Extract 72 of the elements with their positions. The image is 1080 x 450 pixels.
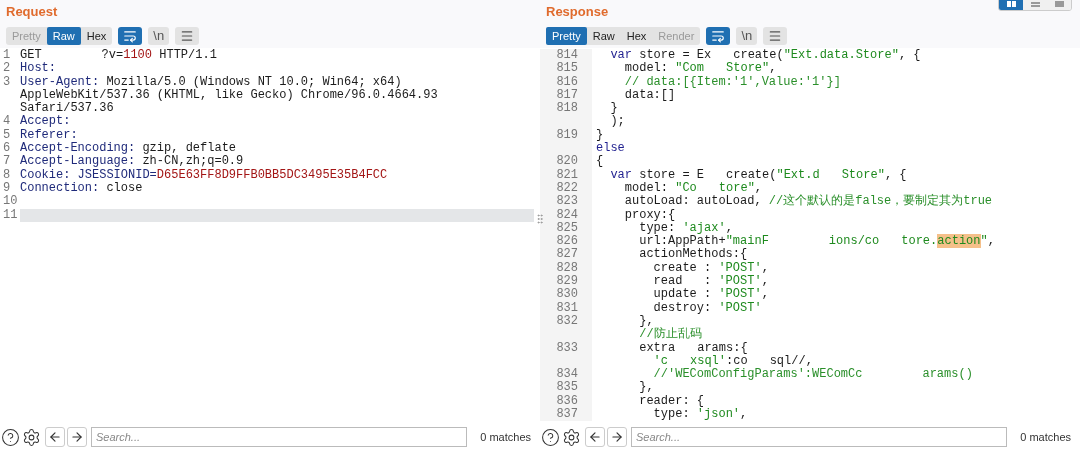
help-icon[interactable] bbox=[541, 427, 560, 447]
newline-toggle[interactable]: \n bbox=[736, 27, 758, 45]
line-number: 6 bbox=[3, 141, 11, 156]
line-number: 5 bbox=[3, 127, 11, 142]
menu-button[interactable] bbox=[763, 27, 788, 45]
menu-button[interactable] bbox=[175, 27, 200, 45]
previous-button[interactable] bbox=[45, 427, 65, 447]
previous-button[interactable] bbox=[585, 427, 605, 447]
line-number: 827 bbox=[556, 247, 578, 262]
view-tab[interactable]: Raw bbox=[586, 27, 621, 45]
settings-icon[interactable] bbox=[562, 427, 581, 447]
search-field[interactable]: Search... bbox=[91, 427, 467, 447]
next-button[interactable] bbox=[67, 427, 87, 447]
line-number: 3 bbox=[3, 74, 11, 89]
line-number: 11 bbox=[3, 207, 18, 222]
line-number: 820 bbox=[556, 154, 578, 169]
line-number: 830 bbox=[556, 287, 578, 302]
view-tab[interactable]: Hex bbox=[620, 27, 653, 45]
menu-icon bbox=[180, 29, 195, 43]
line-number: 819 bbox=[556, 127, 578, 142]
line-number: 1 bbox=[3, 48, 11, 62]
line-number: 7 bbox=[3, 154, 11, 169]
line-number: 2 bbox=[3, 61, 11, 76]
tabs-layout-icon bbox=[1054, 1, 1064, 7]
match-count: 0 matches bbox=[480, 429, 532, 445]
panel-title: Request bbox=[6, 3, 58, 21]
wrap-icon bbox=[711, 29, 726, 43]
rows-layout-icon bbox=[1030, 2, 1040, 7]
newline-toggle[interactable]: \n bbox=[148, 27, 170, 45]
view-tab[interactable]: Hex bbox=[80, 27, 113, 45]
view-tab[interactable]: Pretty bbox=[546, 27, 587, 45]
wrap-icon bbox=[123, 29, 138, 43]
panel-title: Response bbox=[546, 3, 609, 21]
line-number: 834 bbox=[556, 367, 578, 382]
next-button[interactable] bbox=[607, 427, 627, 447]
line-number: 814 bbox=[556, 48, 578, 62]
line-number: 823 bbox=[556, 194, 578, 209]
line-number: 822 bbox=[556, 180, 578, 195]
line-number: 826 bbox=[556, 234, 578, 249]
help-icon[interactable] bbox=[1, 427, 20, 447]
drag-handle-icon[interactable] bbox=[534, 213, 546, 225]
arrow-right-icon bbox=[610, 430, 624, 444]
arrow-left-icon bbox=[588, 430, 602, 444]
line-number: 4 bbox=[3, 114, 11, 129]
menu-icon bbox=[768, 29, 783, 43]
search-field[interactable]: Search... bbox=[631, 427, 1007, 447]
line-number: 828 bbox=[556, 260, 578, 275]
line-number: 818 bbox=[556, 101, 578, 116]
line-number: 9 bbox=[3, 180, 11, 195]
line-number: 825 bbox=[556, 220, 578, 235]
line-number: 837 bbox=[556, 407, 578, 421]
line-number: 815 bbox=[556, 61, 578, 76]
line-number: 831 bbox=[556, 300, 578, 315]
line-number: 832 bbox=[556, 313, 578, 328]
wrap-toggle[interactable] bbox=[706, 27, 731, 45]
line-number: 836 bbox=[556, 393, 578, 408]
line-number: 824 bbox=[556, 207, 578, 222]
line-number: 10 bbox=[3, 194, 18, 209]
line-number: 835 bbox=[556, 380, 578, 395]
line-number: 8 bbox=[3, 167, 11, 182]
arrow-right-icon bbox=[70, 430, 84, 444]
line-number: 817 bbox=[556, 87, 578, 102]
line-number: 816 bbox=[556, 74, 578, 89]
wrap-toggle[interactable] bbox=[118, 27, 143, 45]
settings-icon[interactable] bbox=[22, 427, 41, 447]
view-tab[interactable]: Raw bbox=[46, 27, 81, 45]
columns-layout-icon bbox=[1006, 1, 1016, 7]
line-number: 833 bbox=[556, 340, 578, 355]
match-count: 0 matches bbox=[1020, 429, 1072, 445]
arrow-left-icon bbox=[48, 430, 62, 444]
line-number: 821 bbox=[556, 167, 578, 182]
line-number: 829 bbox=[556, 274, 578, 289]
